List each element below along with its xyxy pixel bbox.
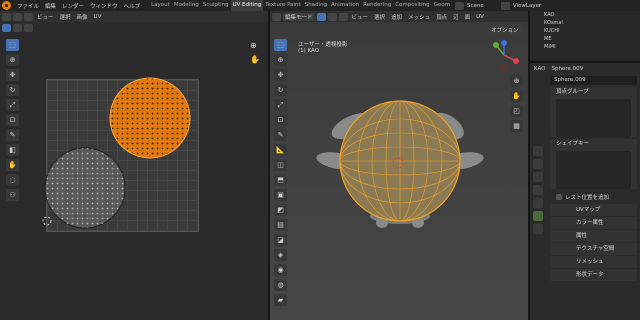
tool-tab-icon[interactable] xyxy=(533,146,543,156)
3d-viewport[interactable]: 編集モード ビュー 選択 追加 メッシュ 頂点 辺 面 UV オプション ユーザ… xyxy=(270,11,528,320)
checkbox-icon[interactable] xyxy=(556,194,562,200)
view-layer-icon[interactable] xyxy=(500,1,510,10)
mesh-object[interactable] xyxy=(270,11,528,320)
shape-keys-panel: シェイプキー xyxy=(550,139,637,189)
menu-window[interactable]: ウィンドウ xyxy=(87,2,121,10)
outliner-item[interactable]: KUCHI xyxy=(530,27,640,35)
section-color-attributes[interactable]: カラー属性 xyxy=(550,216,637,229)
properties-header: KAO Sphere.009 xyxy=(530,63,640,74)
shape-keys-list[interactable] xyxy=(556,151,631,189)
material-tab-icon[interactable] xyxy=(533,224,543,234)
scene-icon[interactable] xyxy=(455,1,465,10)
shape-keys-title[interactable]: シェイプキー xyxy=(550,139,637,149)
outliner[interactable]: KAO KOsmal KUCHI ME MIMI xyxy=(530,11,640,61)
mesh-data-tab-icon[interactable] xyxy=(533,211,543,221)
tab-modeling[interactable]: Modeling xyxy=(172,0,201,11)
properties-tabs xyxy=(530,143,546,237)
tab-uv-editing[interactable]: UV Editing xyxy=(230,0,264,11)
menu-file[interactable]: ファイル xyxy=(14,2,42,10)
rest-position-checkbox[interactable]: レスト位置を追加 xyxy=(556,193,637,201)
menu-edit[interactable]: 編集 xyxy=(42,2,59,10)
vertex-groups-list[interactable] xyxy=(556,99,631,137)
section-texture-space[interactable]: テクスチャ空間 xyxy=(550,242,637,255)
blender-logo-icon[interactable] xyxy=(2,1,11,10)
section-attributes[interactable]: 属性 xyxy=(550,229,637,242)
top-bar: ファイル 編集 レンダー ウィンドウ ヘルプ Layout Modeling S… xyxy=(0,0,640,11)
view-layer-name[interactable]: ViewLayer xyxy=(510,3,544,9)
output-tab-icon[interactable] xyxy=(533,172,543,182)
tab-compositing[interactable]: Compositing xyxy=(393,0,431,11)
tab-sculpting[interactable]: Sculpting xyxy=(201,0,231,11)
uv-editor[interactable]: ビュー 選択 画像 UV ⬚ ⊕ ✥ ↻ ⤢ ⊡ ✎ ◧ ✋ ◌ ⚇ ⊕ ✋ xyxy=(0,11,268,320)
tab-layout[interactable]: Layout xyxy=(149,0,172,11)
uv-island-selected xyxy=(109,77,191,159)
mesh-name[interactable]: Sphere.009 xyxy=(550,66,586,72)
right-panel: KAO KOsmal KUCHI ME MIMI KAO Sphere.009 … xyxy=(530,11,640,320)
menu-render[interactable]: レンダー xyxy=(59,2,87,10)
tab-shading[interactable]: Shading xyxy=(303,0,329,11)
2d-cursor-icon xyxy=(42,216,52,226)
section-remesh[interactable]: リメッシュ xyxy=(550,255,637,268)
uv-island-unselected-verts xyxy=(45,148,125,228)
scene-name[interactable]: Scene xyxy=(464,3,487,9)
properties-editor[interactable]: KAO Sphere.009 Sphere.009 頂点グループ シェイプキー … xyxy=(530,61,640,320)
menu-help[interactable]: ヘルプ xyxy=(121,2,144,10)
outliner-item[interactable]: KOsmal xyxy=(530,19,640,27)
mesh-name-field[interactable]: Sphere.009 xyxy=(550,76,637,85)
tab-texture-paint[interactable]: Texture Paint xyxy=(263,0,303,11)
outliner-item[interactable]: KAO xyxy=(530,11,640,19)
object-name[interactable]: KAO xyxy=(532,66,548,72)
tab-animation[interactable]: Animation xyxy=(329,0,361,11)
outliner-item[interactable]: MIMI xyxy=(530,43,640,51)
uv-islands[interactable] xyxy=(0,11,268,320)
render-tab-icon[interactable] xyxy=(533,159,543,169)
outliner-item[interactable]: ME xyxy=(530,35,640,43)
object-tab-icon[interactable] xyxy=(533,185,543,195)
vertex-groups-panel: 頂点グループ xyxy=(550,87,637,137)
section-uv-maps[interactable]: UVマップ xyxy=(550,203,637,216)
vertex-groups-title[interactable]: 頂点グループ xyxy=(550,87,637,97)
section-geometry-data[interactable]: 形状データ xyxy=(550,268,637,281)
tab-rendering[interactable]: Rendering xyxy=(361,0,393,11)
modifier-tab-icon[interactable] xyxy=(533,198,543,208)
tab-geometry[interactable]: Geom xyxy=(432,0,452,11)
rest-position-label: レスト位置を追加 xyxy=(565,195,610,201)
